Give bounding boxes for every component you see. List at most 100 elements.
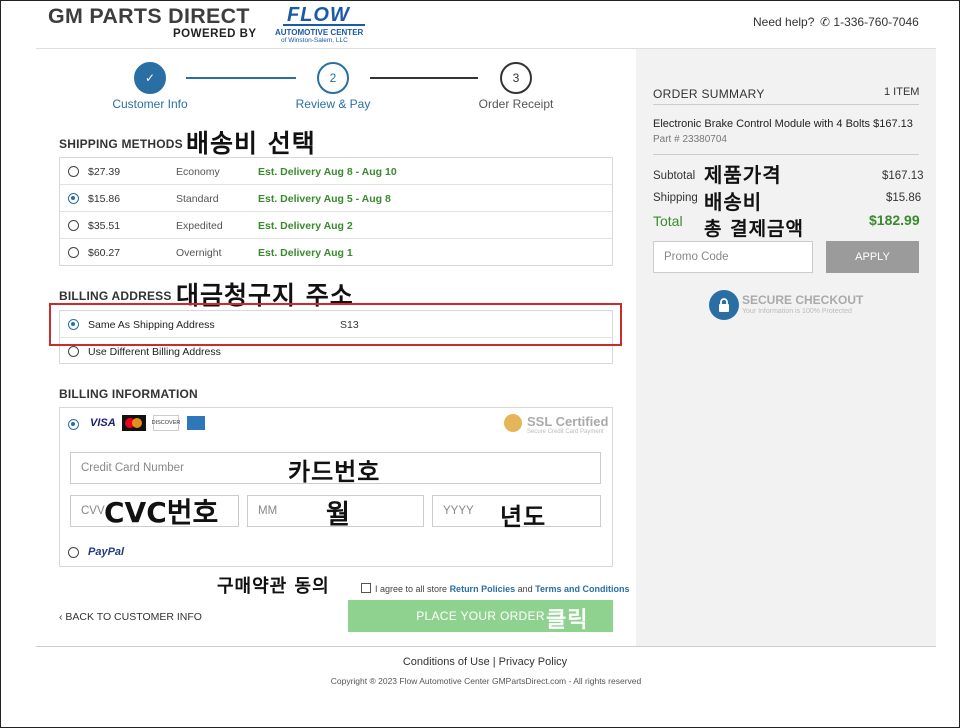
privacy-policy-link[interactable]: Privacy Policy [499,656,567,668]
card-number-annotation: 카드번호 [288,458,381,486]
ssl-subtitle: Secure Credit Card Payment [527,429,604,435]
shipping-radio-economy[interactable] [68,166,79,177]
shipping-delivery: Est. Delivery Aug 1 [258,247,353,259]
mastercard-icon [122,415,146,431]
step-3-label: Order Receipt [478,97,554,111]
need-help-link[interactable]: Need help? [753,15,814,29]
conditions-of-use-link[interactable]: Conditions of Use [403,656,490,668]
shipping-option-economy[interactable]: $27.39 Economy Est. Delivery Aug 8 - Aug… [60,158,612,185]
shipping-delivery: Est. Delivery Aug 5 - Aug 8 [258,193,391,205]
partner-logo-sub1: AUTOMOTIVE CENTER [275,28,364,37]
agree-checkbox[interactable] [361,583,371,593]
shipping-radio-overnight[interactable] [68,247,79,258]
return-policies-link[interactable]: Return Policies [450,584,516,594]
partner-logo-sub2: of Winston-Salem, LLC [281,37,348,44]
shipping-delivery: Est. Delivery Aug 2 [258,220,353,232]
chevron-left-icon: ‹ [59,611,63,623]
visa-icon: VISA [90,417,116,429]
billing-different-label: Use Different Billing Address [88,346,221,358]
shipping-price: $60.27 [88,247,121,259]
shipping-speed: Expedited [176,220,223,232]
shipping-radio-standard[interactable] [68,193,79,204]
step-1-label[interactable]: Customer Info [100,97,200,111]
shipping-speed: Standard [176,193,219,205]
check-icon: ✓ [144,71,156,85]
lock-icon [709,290,739,320]
step-2-circle: 2 [317,62,349,94]
month-annotation: 월 [326,500,351,530]
shipping-price: $15.86 [88,193,121,205]
discover-icon: DISCOVER [152,415,180,431]
footer-links: Conditions of Use | Privacy Policy [0,656,960,668]
amex-icon [187,416,205,430]
cvv-annotation: CVC번호 [104,496,219,529]
step-1-circle: ✓ [134,62,166,94]
agreement-annotation: 구매약관 동의 [217,576,330,597]
shipping-annotation: 배송비 선택 [186,129,316,158]
item-price: $167.13 [873,118,913,130]
subtotal-label: Subtotal [653,170,696,182]
total-label: Total [653,213,683,229]
card-payment-radio[interactable] [68,419,79,430]
item-name[interactable]: Electronic Brake Control Module with 4 B… [653,118,870,130]
shipping-option-overnight[interactable]: $60.27 Overnight Est. Delivery Aug 1 [60,239,612,266]
site-logo[interactable]: GM PARTS DIRECT [48,5,250,29]
partner-logo: FLOW AUTOMOTIVE CENTER of Winston-Salem,… [275,4,374,46]
place-order-label: PLACE YOUR ORDER [416,609,545,623]
copyright-text: Copyright ® 2023 Flow Automotive Center … [330,676,642,686]
powered-by-text: POWERED BY [173,28,257,40]
agreement-text: I agree to all store Return Policies and… [375,584,630,594]
footer-divider [36,646,936,647]
shipping-annotation-summary: 배송비 [704,190,763,214]
phone-contact[interactable]: ✆ 1-336-760-7046 [820,15,919,29]
shipping-option-standard[interactable]: $15.86 Standard Est. Delivery Aug 5 - Au… [60,185,612,212]
summary-divider-mid [653,154,919,155]
shipping-value: $15.86 [886,192,922,204]
agreement-prefix: I agree to all store [375,584,448,594]
billing-different-radio[interactable] [68,346,79,357]
shipping-radio-expedited[interactable] [68,220,79,231]
secure-checkout-title: SECURE CHECKOUT [742,293,864,307]
billing-information-title: BILLING INFORMATION [59,387,198,401]
apply-label: APPLY [855,251,890,263]
place-order-annotation: 클릭 [546,608,589,633]
apply-promo-button[interactable]: APPLY [826,241,919,273]
shipping-speed: Overnight [176,247,222,259]
summary-divider-top [653,104,919,105]
paypal-radio[interactable] [68,547,79,558]
shipping-speed: Economy [176,166,220,178]
highlight-box [49,303,622,346]
agreement-and: and [517,584,533,594]
secure-checkout-subtitle: Your Information is 100% Protected [742,308,852,315]
year-annotation: 년도 [500,503,547,531]
phone-icon: ✆ [820,15,831,29]
shipping-price: $35.51 [88,220,121,232]
promo-code-input[interactable]: Promo Code [653,241,813,273]
ssl-title: SSL Certified [527,414,609,429]
shipping-price: $27.39 [88,166,121,178]
total-annotation: 총 결제금액 [704,218,805,240]
partner-logo-bar [283,24,365,26]
subtotal-value: $167.13 [882,170,924,182]
shipping-methods-title: SHIPPING METHODS [59,137,183,151]
billing-address-title: BILLING ADDRESS [59,289,172,303]
step-2-label: Review & Pay [295,97,371,111]
terms-link[interactable]: Terms and Conditions [535,584,629,594]
step-connector-2 [370,77,478,79]
order-summary-title: ORDER SUMMARY [653,87,765,101]
item-line: Electronic Brake Control Module with 4 B… [653,118,913,130]
part-number: Part # 23380704 [653,134,727,145]
total-value: $182.99 [869,212,920,228]
phone-number: 1-336-760-7046 [833,15,919,29]
step-connector-1 [186,77,296,79]
item-count: 1 ITEM [884,86,920,98]
shipping-option-expedited[interactable]: $35.51 Expedited Est. Delivery Aug 2 [60,212,612,239]
billing-info-box: VISA DISCOVER SSL Certified Secure Credi… [59,407,613,567]
back-to-customer-info-link[interactable]: ‹ BACK TO CUSTOMER INFO [59,611,202,623]
paypal-logo[interactable]: PayPal [88,546,124,558]
shipping-delivery: Est. Delivery Aug 8 - Aug 10 [258,166,397,178]
shipping-label: Shipping [653,192,698,204]
back-label: BACK TO CUSTOMER INFO [65,611,202,623]
step-3-circle: 3 [500,62,532,94]
subtotal-annotation: 제품가격 [704,163,782,187]
